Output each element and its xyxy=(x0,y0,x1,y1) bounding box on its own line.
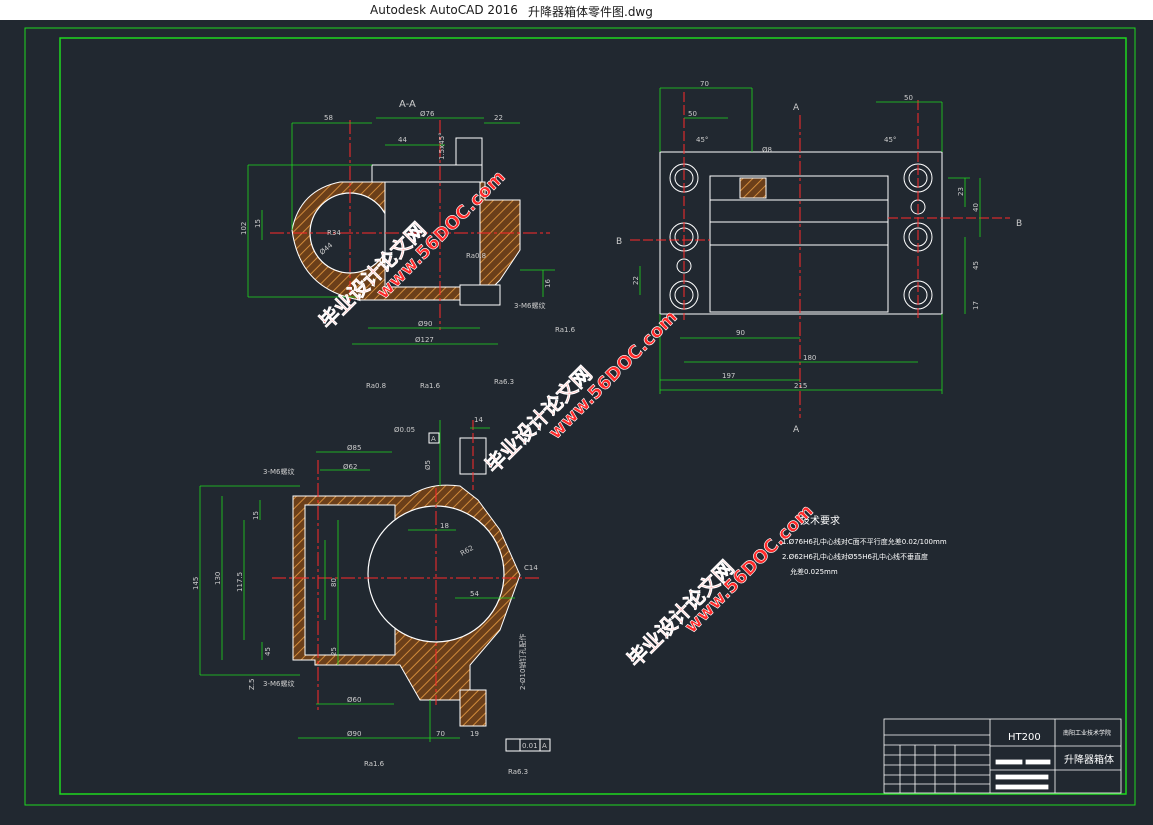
title-material: HT200 xyxy=(1008,732,1041,743)
dim-45a: 45° xyxy=(696,136,708,144)
dim-50a: 50 xyxy=(688,110,697,118)
dim-8: Ø8 xyxy=(762,146,772,154)
roughness-ra63-bottom: Ra6.3 xyxy=(508,768,528,776)
app-title: Autodesk AutoCAD 2016 xyxy=(370,3,518,17)
dim-5: Ø5 xyxy=(424,460,432,470)
dim-chamfer: 1.5x45° xyxy=(438,132,446,160)
dim-14: 14 xyxy=(474,416,483,424)
dim-90-top: 90 xyxy=(736,329,745,337)
dim-215: 215 xyxy=(794,382,807,390)
label-a-top: A xyxy=(793,103,800,113)
label-a-bottom: A xyxy=(793,425,800,435)
bolt-holes xyxy=(669,163,933,310)
dim-145: 145 xyxy=(192,577,200,590)
dim-m6a: 3-M6螺纹 xyxy=(263,467,294,476)
watermark-cn-3: 毕业设计论文网 xyxy=(623,556,739,672)
file-name: 升降器箱体零件图.dwg xyxy=(528,5,653,19)
dim-44: 44 xyxy=(398,136,407,144)
top-middle xyxy=(709,175,889,313)
dim-70: 70 xyxy=(700,80,709,88)
tech-line3: 允差0.025mm xyxy=(790,567,838,576)
dim-90-bb: Ø90 xyxy=(347,730,361,738)
dim-70-bb: 70 xyxy=(436,730,445,738)
dim-15: 15 xyxy=(254,219,262,228)
dim-45-bb: 45 xyxy=(264,647,272,656)
dim-tol-005: Ø0.05 xyxy=(394,426,415,434)
roughness-ra16-bottom: Ra1.6 xyxy=(364,760,385,768)
dim-18: 18 xyxy=(440,522,449,530)
dim-z5: Z.5 xyxy=(248,679,256,690)
dim-85: Ø85 xyxy=(347,444,361,452)
dim-45: 45 xyxy=(972,261,980,270)
dim-ref-a: A xyxy=(431,435,436,443)
drawing-canvas[interactable]: A-A 58 Ø76 22 44 1.5x45° 102 15 R34 Ø44 … xyxy=(0,20,1153,821)
label-b-right: B xyxy=(1016,219,1022,229)
tolerance-ref: A xyxy=(542,742,547,750)
drawing-svg[interactable]: A-A 58 Ø76 22 44 1.5x45° 102 15 R34 Ø44 … xyxy=(0,20,1153,821)
dim-54: 54 xyxy=(470,590,479,598)
slot xyxy=(739,177,767,199)
dim-22: 22 xyxy=(494,114,503,122)
title-part-name: 升降器箱体 xyxy=(1064,753,1114,766)
dim-25: 25 xyxy=(330,647,338,656)
dim-c14: C14 xyxy=(524,564,538,572)
section-bb-view[interactable]: Ra0.8 Ra1.6 Ra6.3 14 Ø0.05 A Ø85 Ø62 3-M… xyxy=(192,378,551,776)
boss-top xyxy=(371,164,483,183)
top-view[interactable]: A A B B 70 50 50 45° 45° Ø8 23 40 45 17 … xyxy=(616,80,1022,435)
title-school: 南阳工业技术学院 xyxy=(1063,729,1111,737)
roughness-ra16-bb: Ra1.6 xyxy=(420,382,441,390)
title-bar: Autodesk AutoCAD 2016 升降器箱体零件图.dwg xyxy=(0,0,1153,20)
dim-197: 197 xyxy=(722,372,735,380)
roughness-ra16: Ra1.6 xyxy=(555,326,576,334)
tech-line1: 1.Ø76H6孔中心线对C面不平行度允差0.02/100mm xyxy=(782,537,947,546)
dim-45b: 45° xyxy=(884,136,896,144)
tech-line2: 2.Ø62H6孔中心线对Ø55H6孔中心线不垂直度 xyxy=(782,552,928,561)
dim-40: 40 xyxy=(972,203,980,212)
dim-76: Ø76 xyxy=(420,110,435,118)
dim-17: 17 xyxy=(972,301,980,310)
pin-top xyxy=(455,137,483,166)
dim-127: Ø127 xyxy=(415,336,434,344)
roughness-ra63-bb: Ra6.3 xyxy=(494,378,514,386)
tolerance-value: 0.01 xyxy=(522,742,538,750)
dim-180: 180 xyxy=(803,354,816,362)
dim-19: 19 xyxy=(470,730,479,738)
label-b-left: B xyxy=(616,237,622,247)
dim-50b: 50 xyxy=(904,94,913,102)
bottom-boss xyxy=(459,689,487,727)
dim-102: 102 xyxy=(240,222,248,235)
section-aa-view[interactable]: A-A 58 Ø76 22 44 1.5x45° 102 15 R34 Ø44 … xyxy=(240,99,576,345)
dim-22-top: 22 xyxy=(632,276,640,285)
dim-m6: 3-M6螺纹 xyxy=(514,301,545,310)
roughness-ra08: Ra0.8 xyxy=(466,252,486,260)
dim-10-pin: 2-Ø10销钉孔配作 xyxy=(518,634,527,690)
dim-60: Ø60 xyxy=(347,696,361,704)
dim-m6b: 3-M6螺纹 xyxy=(263,679,294,688)
dim-130: 130 xyxy=(214,572,222,585)
bottom-flange xyxy=(459,284,501,306)
roughness-ra08-bb: Ra0.8 xyxy=(366,382,386,390)
dim-58: 58 xyxy=(324,114,333,122)
dim-15-bb: 15 xyxy=(252,511,260,520)
dim-1175: 117.5 xyxy=(236,572,244,592)
dim-62: Ø62 xyxy=(343,463,357,471)
dim-90: Ø90 xyxy=(418,320,432,328)
dim-80: 80 xyxy=(330,578,338,587)
dim-16: 16 xyxy=(544,279,552,288)
inner-border xyxy=(59,37,1127,795)
dim-r34: R34 xyxy=(327,229,341,237)
section-aa-label: A-A xyxy=(399,99,416,110)
dim-23: 23 xyxy=(957,187,965,196)
